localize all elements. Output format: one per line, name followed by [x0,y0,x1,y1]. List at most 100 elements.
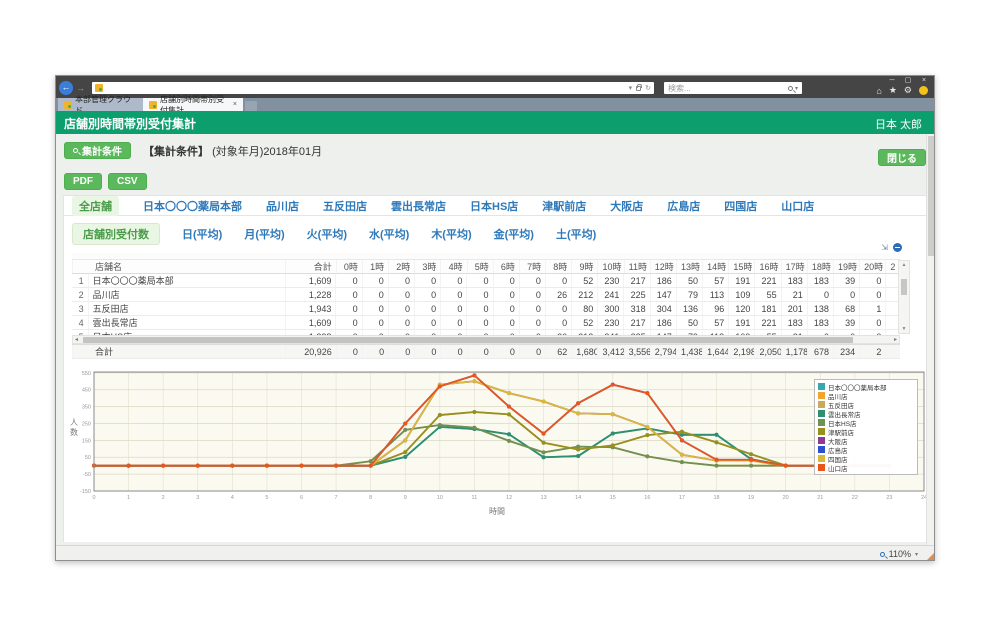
svg-text:19: 19 [748,495,754,501]
svg-text:150: 150 [82,438,91,444]
svg-text:0: 0 [92,495,95,501]
sub-tab[interactable]: 店舗別受付数 [72,223,160,245]
table-row[interactable]: 3五反田店1,943000000000803003183041369612018… [72,302,900,316]
condition-button[interactable]: 集計条件 [64,142,131,159]
hscroll-thumb[interactable] [83,337,853,343]
table-blank-band [72,253,900,260]
column-header[interactable]: 3時 [415,260,441,274]
column-header[interactable]: 19時 [834,260,860,274]
table-row[interactable]: 1日本〇〇〇薬局本部1,6090000000005223021718650571… [72,274,900,288]
zoom-control[interactable]: 110% ▾ [880,549,918,559]
zoom-caret-icon[interactable]: ▾ [915,551,918,558]
store-tab[interactable]: 全店舗 [72,196,119,216]
back-icon[interactable]: ← [59,81,73,95]
page-scrollbar[interactable] [926,134,934,547]
star-icon[interactable]: ★ [889,85,897,96]
store-tab[interactable]: 品川店 [266,198,299,214]
column-header[interactable]: 18時 [807,260,833,274]
tab-favicon [149,101,157,109]
store-tab[interactable]: 大阪店 [610,198,643,214]
svg-text:18: 18 [713,495,719,501]
sub-tab[interactable]: 月(平均) [244,226,284,242]
expand-grid-icon[interactable]: ⇲ [881,244,888,252]
store-tab[interactable]: 日本〇〇〇薬局本部 [143,198,242,214]
home-icon[interactable]: ⌂ [876,86,881,96]
column-header[interactable]: 17時 [781,260,807,274]
scroll-right-icon[interactable]: ▸ [894,336,897,345]
store-tab[interactable]: 山口店 [781,198,814,214]
horizontal-scrollbar[interactable]: ◂ ▸ [72,335,900,344]
autocomplete-caret-icon[interactable]: ▾ [629,84,633,92]
scroll-left-icon[interactable]: ◂ [75,336,78,345]
column-header[interactable]: 5時 [467,260,493,274]
column-header[interactable]: 4時 [441,260,467,274]
store-tab[interactable]: 日本HS店 [470,198,518,214]
vertical-scrollbar[interactable]: ▲ ▼ [898,260,910,334]
svg-text:250: 250 [82,421,91,427]
feedback-icon[interactable] [919,86,928,95]
column-header[interactable]: 8時 [546,260,572,274]
gear-icon[interactable]: ⚙ [904,85,912,96]
svg-text:50: 50 [85,455,91,461]
sub-tab[interactable]: 金(平均) [494,226,534,242]
legend-swatch-icon [818,419,825,426]
sub-tab[interactable]: 木(平均) [431,226,471,242]
forward-icon[interactable]: → [76,83,85,93]
store-tab[interactable]: 津駅前店 [542,198,586,214]
column-header[interactable]: 11時 [624,260,650,274]
store-tab[interactable]: 雲出長常店 [391,198,446,214]
store-tab[interactable]: 四国店 [724,198,757,214]
sub-tab[interactable]: 土(平均) [556,226,596,242]
svg-text:5: 5 [265,495,268,501]
csv-button[interactable]: CSV [108,173,147,190]
maximize-icon[interactable]: ▢ [901,76,915,85]
vscroll-thumb[interactable] [901,279,907,295]
column-header[interactable]: 16時 [755,260,781,274]
user-name: 日本 太郎 [875,116,922,132]
sub-tab[interactable]: 火(平均) [307,226,347,242]
address-bar[interactable]: ▾ ↻ [92,82,654,94]
column-header[interactable]: 12時 [650,260,676,274]
table-row[interactable]: 4雲出長常店1,60900000000052230217186505719122… [72,316,900,330]
column-header[interactable]: 10時 [598,260,624,274]
column-header[interactable]: 15時 [729,260,755,274]
svg-text:22: 22 [852,495,858,501]
store-tab[interactable]: 五反田店 [323,198,367,214]
column-header[interactable]: 1時 [362,260,388,274]
sub-tab[interactable]: 水(平均) [369,226,409,242]
scroll-up-icon[interactable]: ▲ [899,262,909,268]
refresh-icon[interactable]: ↻ [645,84,651,92]
svg-text:15: 15 [610,495,616,501]
page-scroll-thumb[interactable] [928,136,934,256]
column-header[interactable]: 店舗名 [73,260,286,274]
search-placeholder: 検索... [668,83,691,94]
pdf-button[interactable]: PDF [64,173,102,190]
column-header[interactable]: 2時 [389,260,415,274]
search-input[interactable]: 検索... ▾ [664,82,802,94]
column-header[interactable]: 合計 [286,260,336,274]
sub-tab[interactable]: 日(平均) [182,226,222,242]
resize-grip[interactable] [927,553,934,560]
minimize-icon[interactable]: ─ [885,76,899,85]
search-caret-icon[interactable]: ▾ [795,85,798,92]
browser-tab-home[interactable]: 本部管理クラウド [58,98,143,111]
column-header[interactable]: 9時 [572,260,598,274]
new-tab-button[interactable] [245,101,257,111]
table-body[interactable]: 1日本〇〇〇薬局本部1,6090000000005223021718650571… [72,274,900,335]
close-button[interactable]: 閉じる [878,149,926,166]
store-tab[interactable]: 広島店 [667,198,700,214]
table-row[interactable]: 2品川店1,2280000000026212241225147791131095… [72,288,900,302]
tab-close-icon[interactable]: × [233,101,237,108]
column-header[interactable]: 7時 [519,260,545,274]
collapse-grid-icon[interactable] [893,243,902,252]
zoom-level: 110% [889,549,911,559]
column-header[interactable]: 0時 [336,260,362,274]
browser-tab-report[interactable]: 店舗別時間帯別受付集計 × [143,98,243,111]
column-header[interactable]: 20時 [860,260,886,274]
column-header[interactable]: 6時 [493,260,519,274]
column-header[interactable]: 14時 [703,260,729,274]
column-header[interactable]: 13時 [676,260,702,274]
scroll-down-icon[interactable]: ▼ [899,326,909,332]
search-icon[interactable] [788,86,793,91]
close-window-icon[interactable]: × [917,76,931,85]
